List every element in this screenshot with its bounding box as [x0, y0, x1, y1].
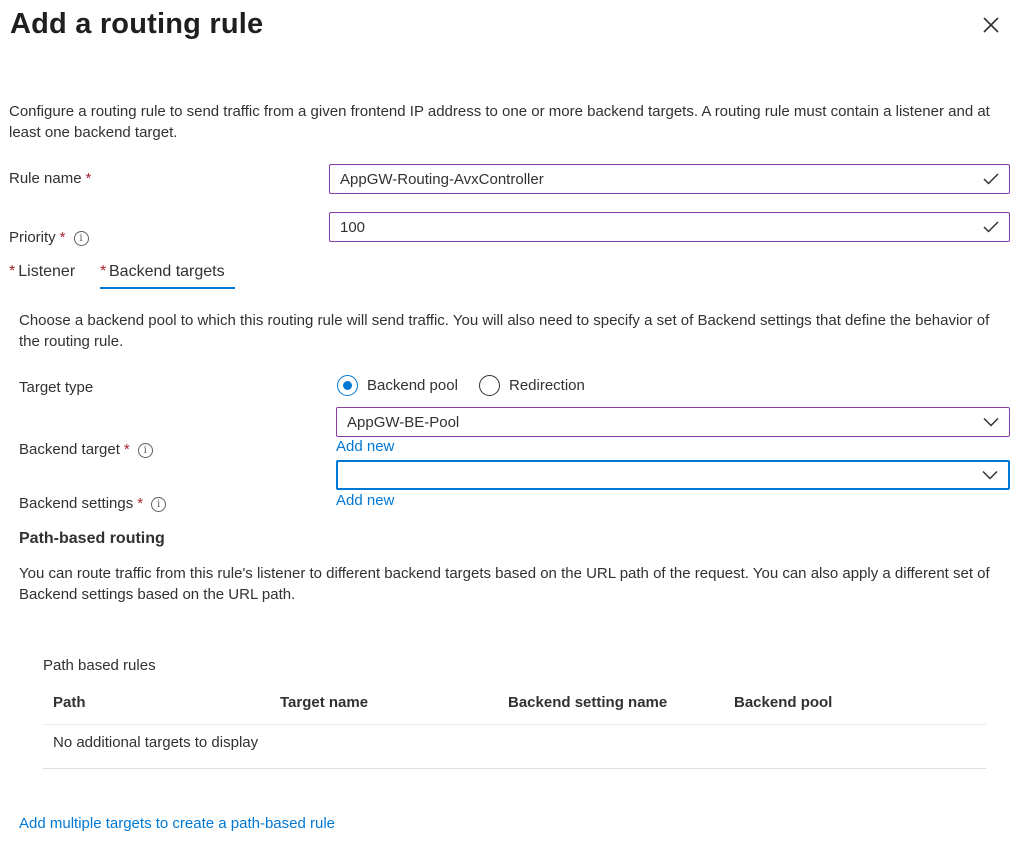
column-header-backend-setting-name: Backend setting name: [508, 694, 668, 711]
info-icon[interactable]: i: [151, 497, 167, 512]
close-icon[interactable]: [980, 14, 1002, 36]
add-new-backend-settings-link[interactable]: Add new: [336, 492, 394, 509]
radio-unselected-icon: [479, 375, 500, 396]
tab-backend-targets-label: Backend targets: [109, 263, 225, 280]
radio-selected-icon: [337, 375, 358, 396]
backend-target-value: AppGW-BE-Pool: [347, 413, 460, 431]
checkmark-icon: [983, 173, 999, 185]
chevron-down-icon: [983, 417, 999, 427]
rule-name-value: AppGW-Routing-AvxController: [340, 170, 544, 188]
required-marker: *: [123, 441, 130, 458]
required-marker: *: [100, 263, 107, 280]
path-routing-desc: You can route traffic from this rule's l…: [19, 565, 990, 603]
priority-label: Priority * i: [9, 229, 89, 246]
radio-redirection[interactable]: Redirection: [479, 375, 585, 396]
page-title: Add a routing rule: [10, 8, 264, 40]
radio-redirection-label: Redirection: [509, 377, 585, 394]
empty-table-text: No additional targets to display: [53, 734, 259, 751]
rule-name-input[interactable]: AppGW-Routing-AvxController: [329, 164, 1010, 194]
info-icon[interactable]: i: [137, 443, 153, 458]
checkmark-icon: [983, 221, 999, 233]
column-header-backend-pool: Backend pool: [734, 694, 833, 711]
add-new-backend-target-link[interactable]: Add new: [336, 438, 394, 455]
table-divider: [43, 724, 986, 725]
info-icon[interactable]: i: [73, 231, 89, 246]
radio-backend-pool-label: Backend pool: [367, 377, 458, 394]
backend-settings-label: Backend settings * i: [19, 495, 167, 512]
path-routing-heading: Path-based routing: [19, 530, 165, 547]
priority-value: 100: [340, 218, 366, 236]
path-rules-title: Path based rules: [43, 657, 156, 674]
backend-settings-dropdown[interactable]: [336, 460, 1010, 490]
required-marker: *: [9, 263, 16, 280]
chevron-down-icon: [982, 470, 998, 480]
table-bottom-border: [43, 768, 986, 769]
backend-target-label-text: Backend target: [19, 441, 120, 458]
column-header-path: Path: [53, 694, 86, 711]
radio-backend-pool[interactable]: Backend pool: [337, 375, 458, 396]
rule-name-label-text: Rule name: [9, 170, 82, 187]
tab-listener-label: Listener: [18, 263, 76, 280]
intro-text: Configure a routing rule to send traffic…: [9, 103, 990, 141]
rule-name-label: Rule name *: [9, 170, 91, 187]
column-header-target-name: Target name: [280, 694, 369, 711]
backend-settings-label-text: Backend settings: [19, 495, 134, 512]
tab-listener[interactable]: * Listener: [9, 263, 75, 281]
required-marker: *: [85, 170, 92, 187]
backend-target-dropdown[interactable]: AppGW-BE-Pool: [336, 407, 1010, 437]
tab-backend-targets[interactable]: * Backend targets: [100, 263, 235, 289]
backend-target-label: Backend target * i: [19, 441, 153, 458]
required-marker: *: [59, 229, 66, 246]
priority-input[interactable]: 100: [329, 212, 1010, 242]
required-marker: *: [137, 495, 144, 512]
priority-label-text: Priority: [9, 229, 56, 246]
target-type-label: Target type: [19, 379, 94, 396]
add-multiple-targets-link[interactable]: Add multiple targets to create a path-ba…: [19, 815, 335, 832]
backend-intro-text: Choose a backend pool to which this rout…: [19, 312, 990, 350]
